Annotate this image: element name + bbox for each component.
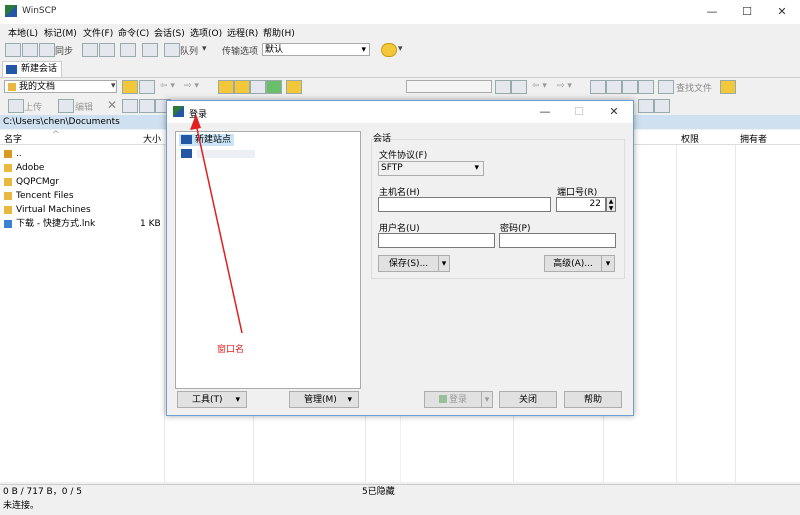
annotation-arrow <box>190 114 243 334</box>
annotation-arrow-line <box>195 123 243 334</box>
annotation-label: 窗口名 <box>217 345 245 355</box>
annotation-arrow-head <box>190 114 201 130</box>
